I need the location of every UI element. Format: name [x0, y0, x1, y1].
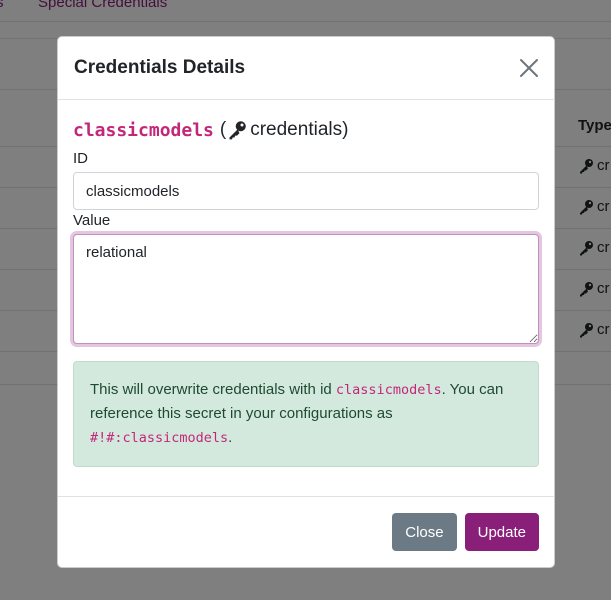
alert-id-code: classicmodels — [335, 382, 442, 398]
key-icon — [229, 121, 246, 140]
heading-open-paren: ( — [219, 119, 227, 140]
id-label: ID — [73, 150, 88, 167]
overwrite-warning-alert: This will overwrite credentials with id … — [73, 361, 539, 467]
credential-type-label: credentials) — [250, 119, 349, 140]
update-button[interactable]: Update — [464, 513, 539, 551]
close-button[interactable]: Close — [392, 513, 457, 551]
modal-body: classicmodels ( credentials) ID Value re… — [58, 100, 554, 467]
id-input[interactable] — [73, 172, 539, 210]
alert-reference-code: #!#:classicmodels — [90, 430, 229, 446]
credentials-details-modal: Credentials Details classicmodels ( cred… — [57, 36, 555, 568]
modal-title: Credentials Details — [74, 57, 246, 78]
credential-heading: classicmodels ( credentials) — [73, 118, 539, 142]
alert-text: . — [228, 429, 233, 446]
modal-header: Credentials Details — [58, 37, 554, 100]
modal-footer: Close Update — [58, 496, 554, 567]
credential-name: classicmodels — [73, 119, 214, 141]
value-label: Value — [73, 212, 111, 229]
value-textarea[interactable]: relational — [73, 234, 539, 344]
alert-text: This will overwrite credentials with id — [90, 381, 336, 398]
close-icon[interactable] — [518, 57, 540, 79]
